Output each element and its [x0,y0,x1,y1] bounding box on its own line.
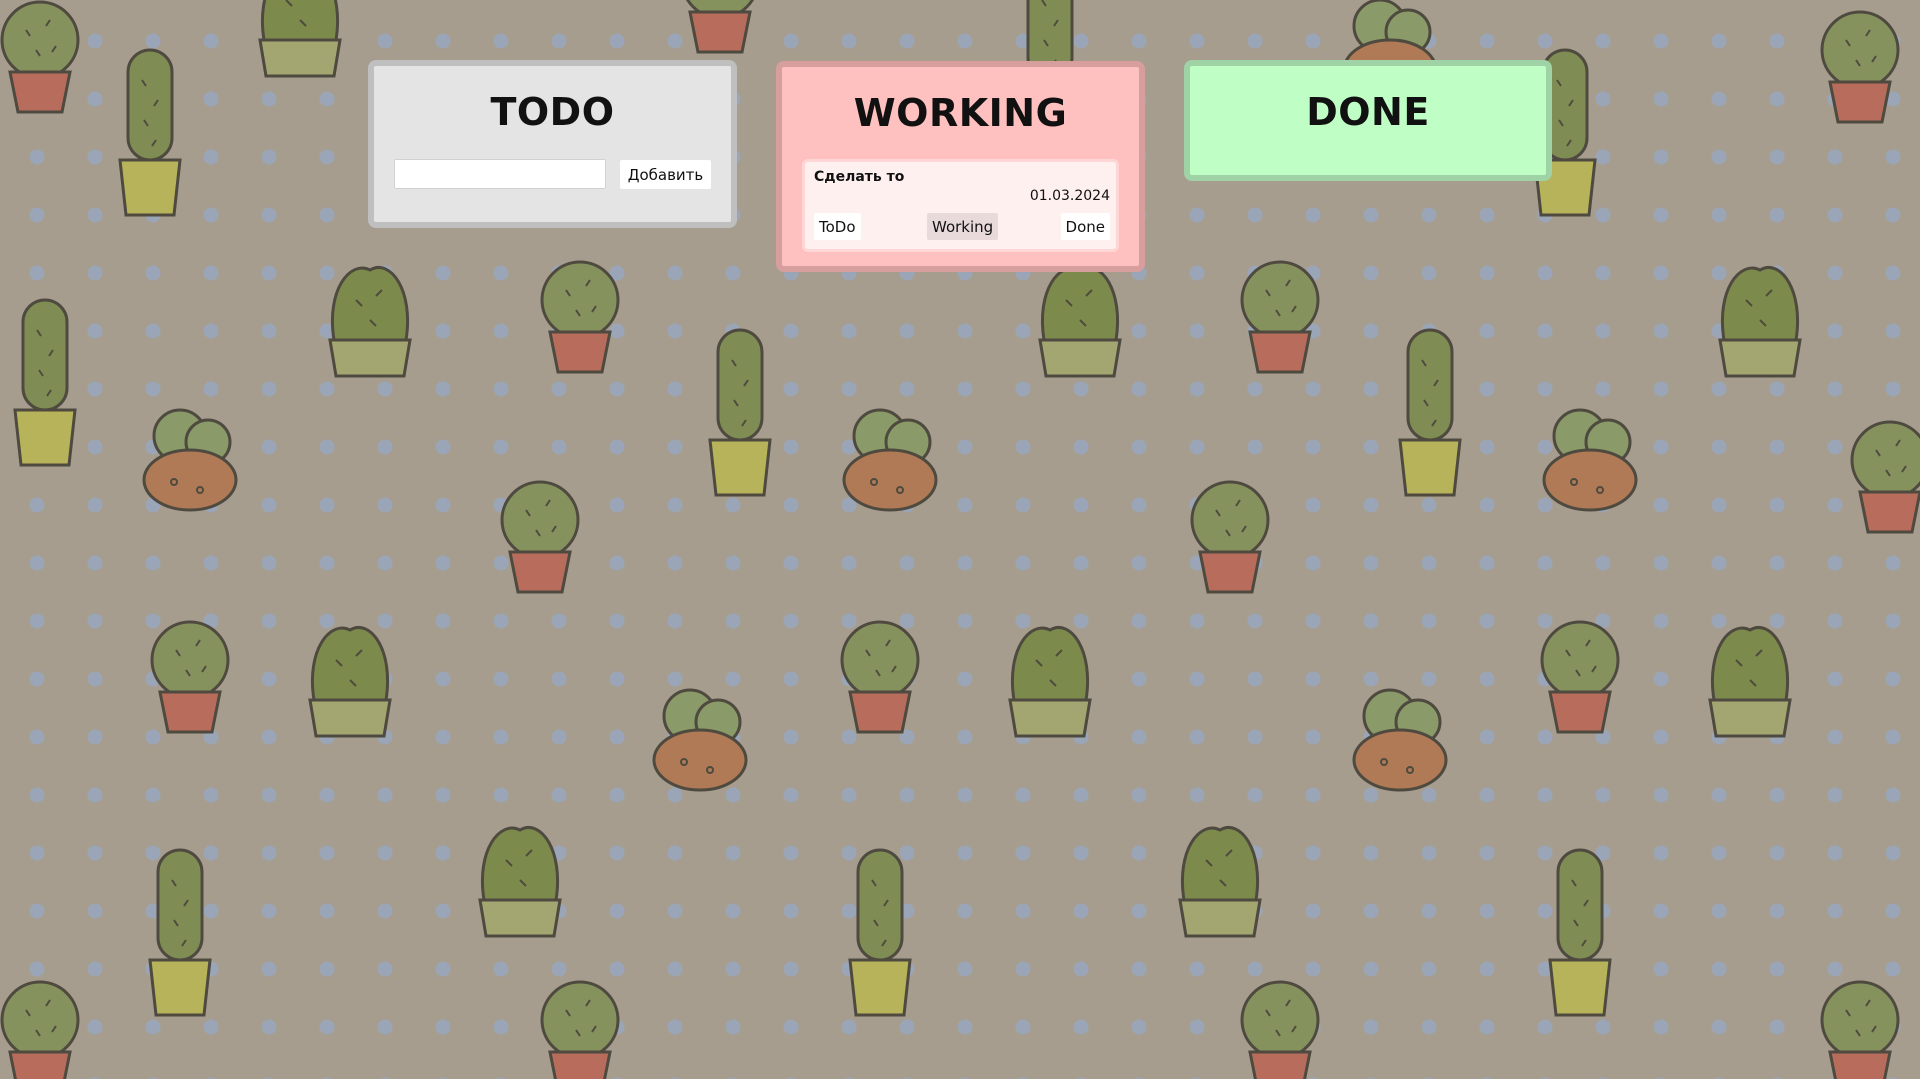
working-column-title: WORKING [853,91,1068,135]
todo-column: TODO Добавить [368,60,737,228]
cactus-row-3 [142,408,1920,594]
todo-column-title: TODO [490,90,615,134]
move-to-done-button[interactable]: Done [1060,213,1110,240]
task-title: Сделать то [814,169,905,185]
task-date: 01.03.2024 [1029,188,1110,204]
cactus-row-4 [150,620,1792,792]
new-task-input[interactable] [394,159,606,189]
done-column: DONE [1184,60,1552,181]
working-column: WORKING Сделать то 01.03.2024 ToDo Worki… [776,61,1145,272]
cactus-row-5 [0,825,1900,1079]
add-task-button[interactable]: Добавить [620,160,711,189]
add-task-form: Добавить [394,159,714,191]
move-to-todo-button[interactable]: ToDo [814,213,861,240]
done-column-title: DONE [1306,90,1430,134]
move-to-working-button[interactable]: Working [927,213,999,240]
task-card: Сделать то 01.03.2024 ToDo Working Done [802,159,1119,252]
